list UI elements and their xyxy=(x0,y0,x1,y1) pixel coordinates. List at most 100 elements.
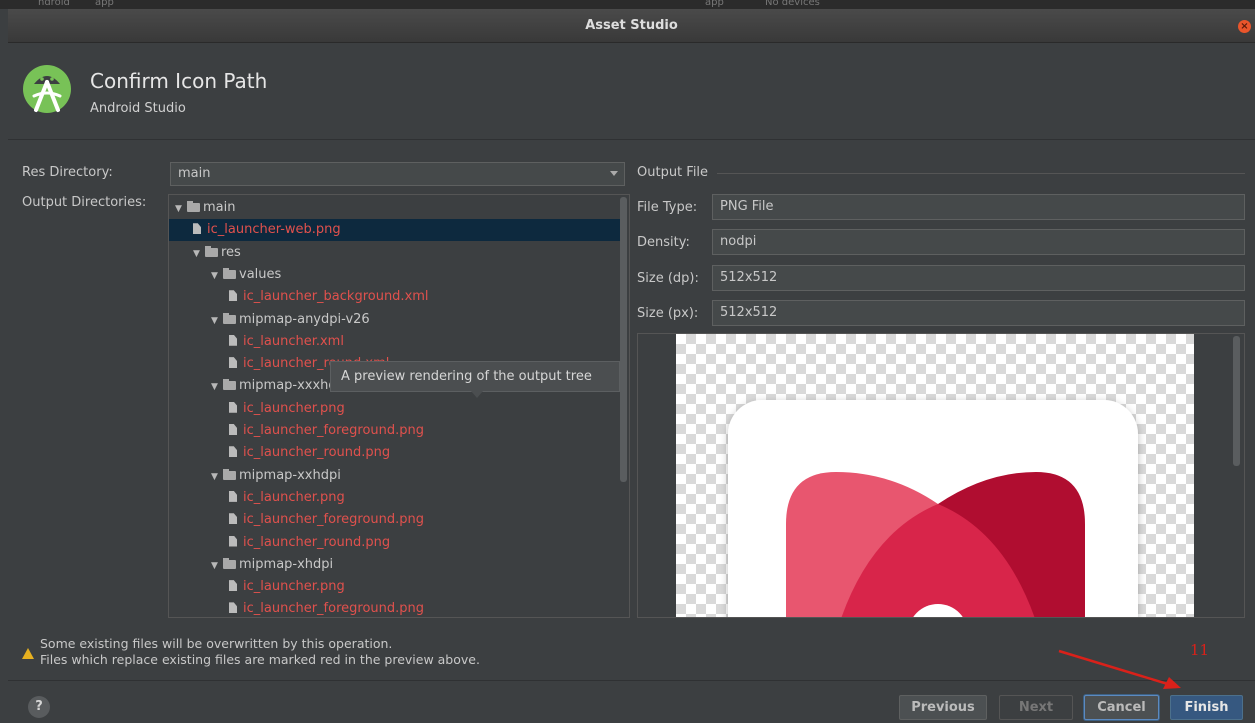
tree-file-row[interactable]: ic_launcher_foreground.png xyxy=(169,598,620,617)
tree-file-row[interactable]: ic_launcher_round.png xyxy=(169,532,620,554)
expand-triangle-icon[interactable]: ▼ xyxy=(211,265,223,287)
tree-file-row[interactable]: ic_launcher_round.png xyxy=(169,442,620,464)
transparency-checkerboard xyxy=(676,334,1194,617)
strip-text: No devices xyxy=(765,0,820,8)
folder-icon xyxy=(223,267,236,279)
file-icon xyxy=(229,424,237,435)
file-type-field: PNG File xyxy=(712,194,1245,220)
page-title: Confirm Icon Path xyxy=(90,69,268,93)
warning-icon xyxy=(22,648,34,659)
file-icon xyxy=(229,535,237,547)
tree-folder-row[interactable]: ▼ main xyxy=(169,197,620,219)
window-title-bar[interactable]: Asset Studio × xyxy=(8,9,1255,43)
previous-button[interactable]: Previous xyxy=(899,695,987,720)
folder-name: main xyxy=(203,200,236,215)
folder-icon xyxy=(205,245,218,257)
folder-name: mipmap-xhdpi xyxy=(239,556,334,572)
tree-file-row[interactable]: ic_launcher_foreground.png xyxy=(169,509,620,531)
density-field: nodpi xyxy=(712,229,1245,255)
cancel-button[interactable]: Cancel xyxy=(1084,695,1159,720)
file-icon xyxy=(229,401,237,413)
expand-triangle-icon[interactable]: ▼ xyxy=(211,466,223,488)
file-name: ic_launcher_foreground.png xyxy=(243,601,425,617)
size-px-field: 512x512 xyxy=(712,300,1245,326)
output-directories-label: Output Directories: xyxy=(22,195,147,210)
background-window-strip: ndroid app app No devices xyxy=(0,0,1255,9)
file-icon xyxy=(229,602,237,614)
folder-icon xyxy=(223,379,236,391)
tree-file-row[interactable]: ic_launcher_foreground.png xyxy=(169,420,620,442)
res-directory-label: Res Directory: xyxy=(22,165,113,180)
expand-triangle-icon[interactable]: ▼ xyxy=(193,243,205,265)
tree-file-row[interactable]: ic_launcher.xml xyxy=(169,331,620,353)
res-directory-select[interactable]: main xyxy=(170,162,625,186)
folder-icon xyxy=(223,468,236,480)
folder-name: mipmap-anydpi-v26 xyxy=(239,311,370,327)
size-px-label: Size (px): xyxy=(637,306,699,321)
strip-text: app xyxy=(705,0,724,8)
tree-file-row[interactable]: ic_launcher.png xyxy=(169,576,620,598)
file-name: ic_launcher.png xyxy=(243,400,345,416)
help-button[interactable]: ? xyxy=(28,696,50,718)
file-name: ic_launcher_background.xml xyxy=(243,289,429,305)
size-dp-field: 512x512 xyxy=(712,265,1245,291)
tree-scrollbar[interactable] xyxy=(620,197,627,482)
folder-name: mipmap-xxhdpi xyxy=(239,467,341,483)
finish-button[interactable]: Finish xyxy=(1170,695,1243,720)
file-type-label: File Type: xyxy=(637,200,698,215)
output-file-legend: Output File xyxy=(637,165,709,180)
res-directory-value: main xyxy=(178,166,211,181)
file-icon xyxy=(229,334,237,346)
expand-triangle-icon[interactable]: ▼ xyxy=(211,376,223,398)
output-directories-tree[interactable]: ▼ main ic_launcher-web.png ▼ res ▼ values ic_la… xyxy=(168,194,630,618)
icon-preview-panel[interactable] xyxy=(637,333,1245,618)
file-icon xyxy=(229,490,237,502)
tree-file-row[interactable]: ic_launcher.png xyxy=(169,398,620,420)
tree-tooltip: A preview rendering of the output tree xyxy=(330,361,620,398)
dialog-header: Confirm Icon Path Android Studio xyxy=(8,43,1255,140)
folder-icon xyxy=(223,312,236,324)
tree-file-row[interactable]: ic_launcher-web.png xyxy=(169,219,620,242)
tree-folder-row[interactable]: ▼ mipmap-anydpi-v26 xyxy=(169,309,620,331)
file-icon xyxy=(229,513,237,525)
file-icon xyxy=(229,290,237,302)
tree-file-row[interactable]: ic_launcher_background.xml xyxy=(169,286,620,308)
folder-name: res xyxy=(221,244,241,260)
size-dp-label: Size (dp): xyxy=(637,271,699,286)
annotation-step-number: 11 xyxy=(1190,641,1210,659)
file-name: ic_launcher.png xyxy=(243,579,345,595)
file-name: ic_launcher_foreground.png xyxy=(243,512,425,528)
density-label: Density: xyxy=(637,235,690,250)
android-studio-logo-icon xyxy=(23,65,71,113)
divider xyxy=(717,173,1245,174)
app-icon-preview xyxy=(728,400,1138,617)
tree-folder-row[interactable]: ▼ mipmap-xhdpi xyxy=(169,554,620,576)
overwrite-warning: Some existing files will be overwritten … xyxy=(40,636,480,668)
file-name: ic_launcher.xml xyxy=(243,333,344,349)
tree-folder-row[interactable]: ▼ mipmap-xxhdpi xyxy=(169,465,620,487)
file-name: ic_launcher_round.png xyxy=(243,534,391,550)
file-icon xyxy=(193,223,201,235)
page-subtitle: Android Studio xyxy=(90,101,186,116)
tree-file-row[interactable]: ic_launcher.png xyxy=(169,487,620,509)
file-name: ic_launcher-web.png xyxy=(207,222,341,238)
folder-name: values xyxy=(239,266,282,282)
close-icon[interactable]: × xyxy=(1238,20,1251,33)
strip-text: app xyxy=(95,0,114,8)
file-name: ic_launcher_foreground.png xyxy=(243,423,425,438)
expand-triangle-icon[interactable]: ▼ xyxy=(211,310,223,332)
file-icon xyxy=(229,580,237,592)
chevron-down-icon xyxy=(610,171,618,176)
folder-icon xyxy=(187,201,200,212)
preview-scrollbar[interactable] xyxy=(1233,336,1240,466)
window-title: Asset Studio xyxy=(585,18,678,33)
expand-triangle-icon[interactable]: ▼ xyxy=(211,555,223,577)
tree-folder-row[interactable]: ▼ res xyxy=(169,242,620,264)
next-button[interactable]: Next xyxy=(999,695,1073,720)
tree-folder-row[interactable]: ▼ values xyxy=(169,264,620,286)
file-name: ic_launcher.png xyxy=(243,489,345,505)
expand-triangle-icon[interactable]: ▼ xyxy=(175,198,187,220)
file-name: ic_launcher_round.png xyxy=(243,445,391,461)
annotation-arrow-icon xyxy=(1058,649,1181,689)
strip-text: ndroid xyxy=(38,0,70,8)
